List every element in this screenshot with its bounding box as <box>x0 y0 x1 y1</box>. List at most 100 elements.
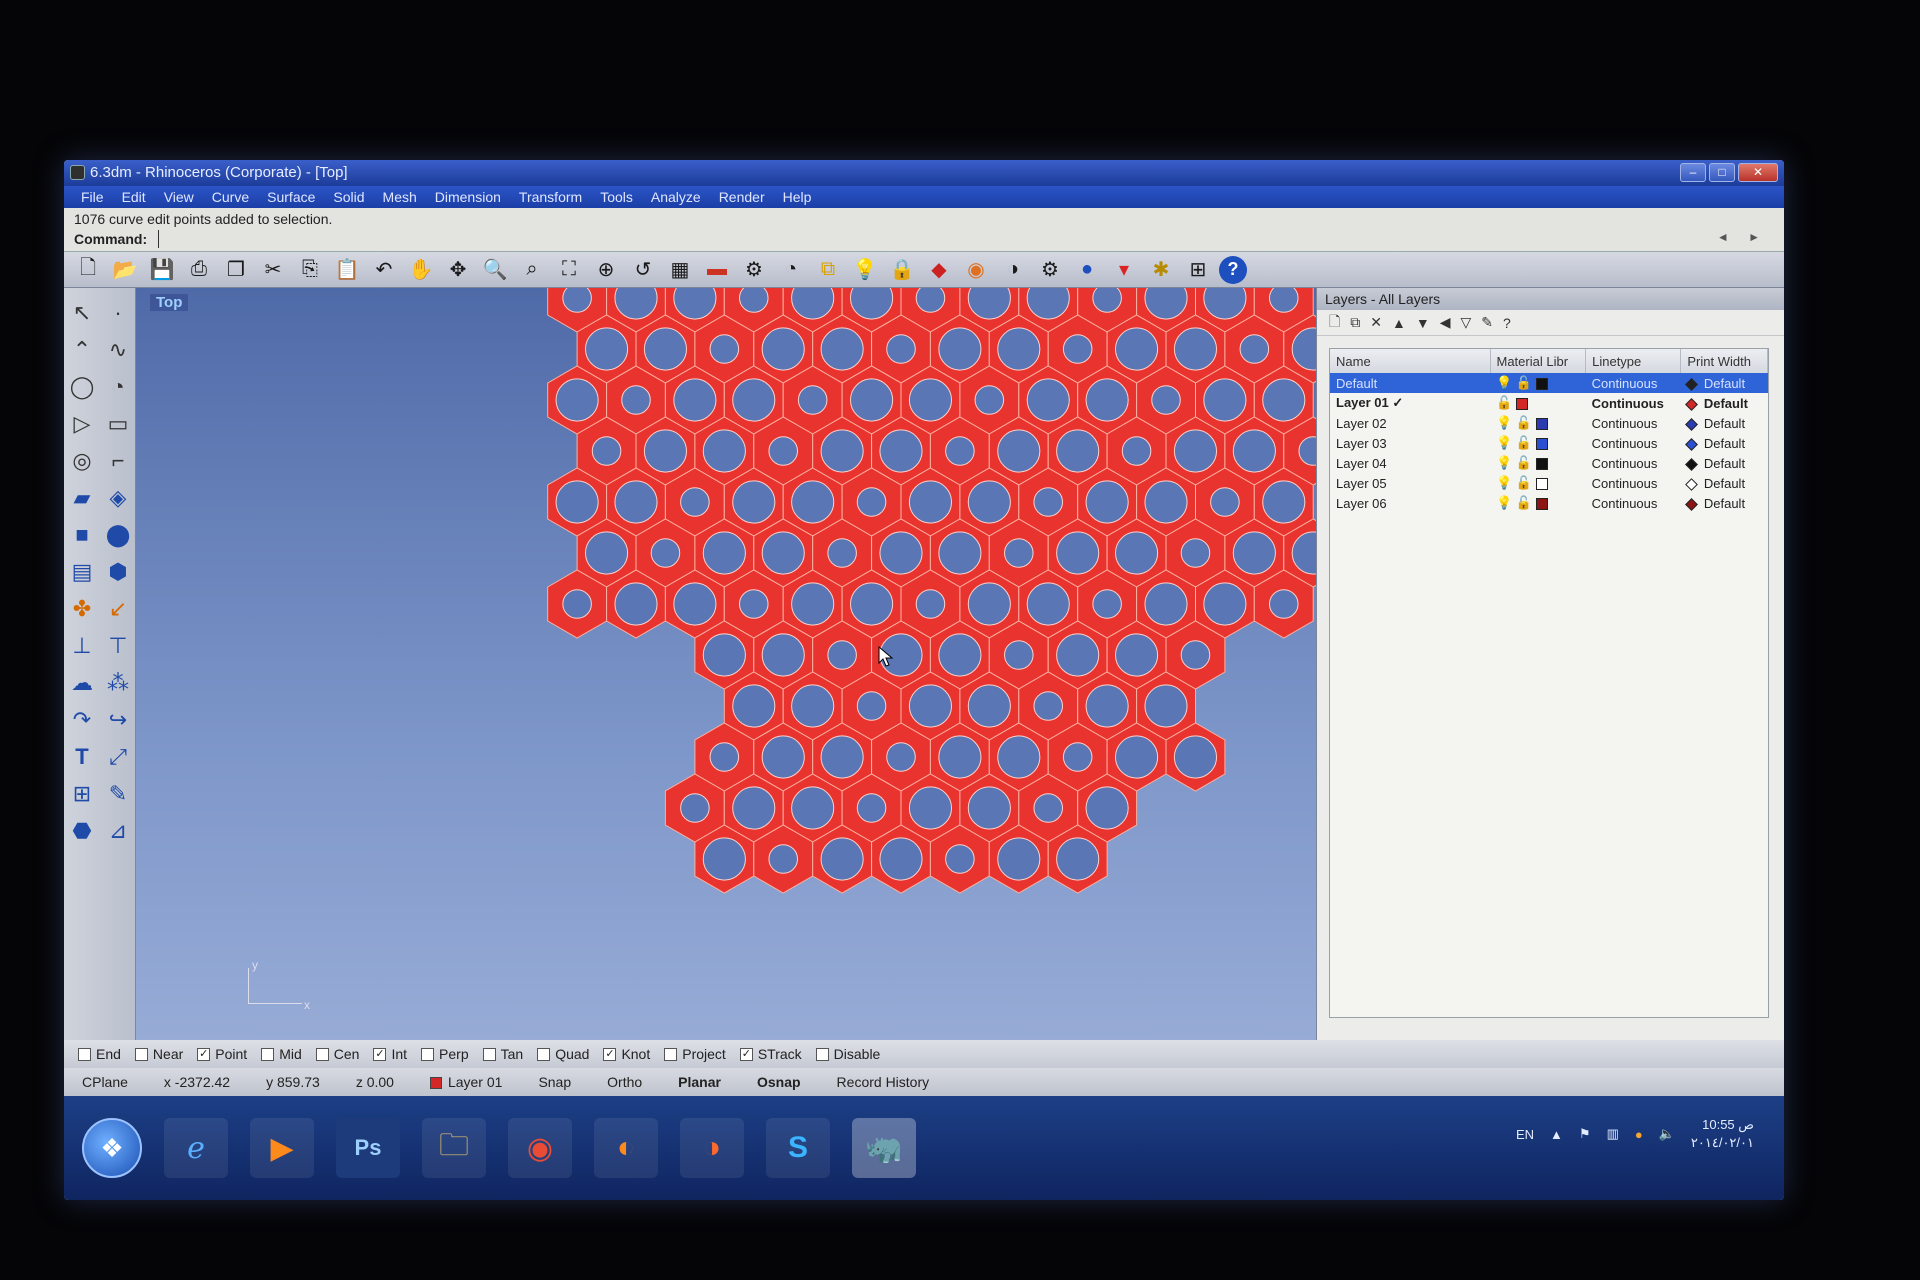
visibility-bulb-icon[interactable]: 💡 <box>1496 415 1512 430</box>
chrome-icon[interactable]: ◉ <box>508 1118 572 1178</box>
print-icon[interactable]: ⎙ <box>183 255 215 285</box>
explode-icon[interactable]: ☁ <box>64 664 100 701</box>
lock-icon[interactable]: 🔓 <box>1516 415 1532 430</box>
point-icon[interactable]: · <box>100 294 136 331</box>
menu-analyze[interactable]: Analyze <box>642 186 710 208</box>
move-down-icon[interactable]: ▼ <box>1416 315 1430 331</box>
print-color-diamond-icon[interactable] <box>1684 477 1698 491</box>
copy-icon[interactable]: ⎘ <box>294 255 326 285</box>
language-indicator[interactable]: EN <box>1516 1127 1534 1142</box>
undo-view-icon[interactable]: ↺ <box>627 255 659 285</box>
save-icon[interactable]: 💾 <box>146 255 178 285</box>
visibility-bulb-icon[interactable]: 💡 <box>1496 475 1512 490</box>
grid-icon[interactable]: ▦ <box>664 255 696 285</box>
minimize-button[interactable]: – <box>1680 163 1706 182</box>
layer-icon[interactable]: ⧉ <box>812 255 844 285</box>
planar-toggle[interactable]: Planar <box>660 1074 739 1090</box>
filter-icon[interactable]: ▽ <box>1461 314 1472 331</box>
menu-mesh[interactable]: Mesh <box>374 186 426 208</box>
print-color-diamond-icon[interactable] <box>1684 417 1698 431</box>
menu-curve[interactable]: Curve <box>203 186 258 208</box>
ruler-icon[interactable]: ⊿ <box>100 812 136 849</box>
layer-linetype[interactable]: Continuous <box>1586 393 1681 413</box>
rotate-view-icon[interactable]: ✥ <box>442 255 474 285</box>
column-header-name[interactable]: Name <box>1330 349 1491 373</box>
text-icon[interactable]: T <box>64 738 100 775</box>
record-history-toggle[interactable]: Record History <box>819 1074 948 1090</box>
copy-to-clipboard-icon[interactable]: ❐ <box>220 255 252 285</box>
mesh-icon[interactable]: ✤ <box>64 590 100 627</box>
column-header-linetype[interactable]: Linetype <box>1585 349 1682 373</box>
clock[interactable]: 10:55 ص ٢٠١٤/٠٢/٠١ <box>1691 1116 1754 1152</box>
layer-linetype[interactable]: Continuous <box>1586 473 1681 493</box>
current-layer-indicator[interactable]: Layer 01 <box>412 1074 520 1090</box>
open-folder-icon[interactable]: 📂 <box>109 255 141 285</box>
visibility-bulb-icon[interactable]: 💡 <box>1496 455 1512 470</box>
column-header-print-width[interactable]: Print Width <box>1680 349 1768 373</box>
settings-icon[interactable]: ✱ <box>1145 255 1177 285</box>
layer-linetype[interactable]: Continuous <box>1586 453 1681 473</box>
network-icon[interactable]: ▥ <box>1607 1126 1619 1142</box>
osnap-checkbox[interactable] <box>815 1047 829 1061</box>
cplane-icon[interactable]: ◔ <box>775 255 807 285</box>
delete-layer-icon[interactable]: ✕ <box>1370 314 1382 331</box>
menu-dimension[interactable]: Dimension <box>426 186 510 208</box>
ortho-toggle[interactable]: Ortho <box>589 1074 660 1090</box>
visibility-bulb-icon[interactable]: 💡 <box>1496 495 1512 510</box>
layer-row[interactable]: Layer 03 💡 🔓 Continuous Default <box>1330 433 1768 453</box>
zoom-extents-icon[interactable]: ⛶ <box>553 255 585 285</box>
print-color-diamond-icon[interactable] <box>1684 457 1698 471</box>
power-icon[interactable]: ● <box>1635 1127 1643 1142</box>
visibility-bulb-icon[interactable]: 💡 <box>1496 435 1512 450</box>
cylinder-icon[interactable]: ▤ <box>64 553 100 590</box>
layer-row[interactable]: Layer 05 💡 🔓 Continuous Default <box>1330 473 1768 493</box>
rectangle-icon[interactable]: ▭ <box>100 405 136 442</box>
lock-icon[interactable]: 🔓 <box>1516 455 1532 470</box>
pan-hand-icon[interactable]: ✋ <box>405 255 437 285</box>
start-button-windows-icon[interactable]: ❖ <box>82 1118 142 1178</box>
print-color-diamond-icon[interactable] <box>1684 397 1698 411</box>
osnap-option[interactable]: Int <box>373 1046 407 1062</box>
layer-color-swatch[interactable] <box>1535 377 1548 390</box>
osnap-option[interactable]: STrack <box>739 1046 802 1062</box>
lock-icon[interactable]: 🔓 <box>1516 435 1532 450</box>
osnap-option[interactable]: Tan <box>482 1046 523 1062</box>
paste-icon[interactable]: 📋 <box>331 255 363 285</box>
box-solid-icon[interactable]: ■ <box>64 516 100 553</box>
command-input[interactable] <box>158 230 1698 248</box>
render-preview-icon[interactable]: ⚙ <box>1034 255 1066 285</box>
rotate-icon[interactable]: ↷ <box>64 701 100 738</box>
osnap-option[interactable]: Project <box>664 1046 726 1062</box>
new-layer-icon[interactable]: 🗋 <box>1329 311 1340 335</box>
rendered-icon[interactable]: ● <box>1071 255 1103 285</box>
menu-transform[interactable]: Transform <box>510 186 591 208</box>
ellipse-icon[interactable]: ◎ <box>64 442 100 479</box>
osnap-checkbox[interactable] <box>537 1047 551 1061</box>
polygon-icon[interactable]: ▷ <box>64 405 100 442</box>
layer-color-swatch[interactable] <box>1535 477 1548 490</box>
layer-color-swatch[interactable] <box>1535 417 1548 430</box>
move-up-icon[interactable]: ▲ <box>1392 315 1406 331</box>
osnap-option[interactable]: Knot <box>603 1046 650 1062</box>
osnap-checkbox[interactable] <box>315 1047 329 1061</box>
file-explorer-icon[interactable]: 🗀 <box>422 1118 486 1178</box>
layer-row[interactable]: Default 💡 🔓 Continuous Default <box>1330 373 1768 393</box>
menu-solid[interactable]: Solid <box>324 186 373 208</box>
fillet-curve-icon[interactable]: ⌐ <box>100 442 136 479</box>
volume-icon[interactable]: 🔈 <box>1659 1126 1675 1142</box>
osnap-option[interactable]: Mid <box>261 1046 302 1062</box>
osnap-option[interactable]: Quad <box>537 1046 589 1062</box>
dimension-icon[interactable]: ⤢ <box>100 738 136 775</box>
trim-icon[interactable]: ⊤ <box>100 627 136 664</box>
zoom-window-icon[interactable]: ⌕ <box>516 255 548 285</box>
arc-icon[interactable]: ◔ <box>100 368 136 405</box>
undo-icon[interactable]: ↶ <box>368 255 400 285</box>
osnap-option[interactable]: Disable <box>815 1046 880 1062</box>
maximize-button[interactable]: □ <box>1709 163 1735 182</box>
tools-icon[interactable]: ✎ <box>1481 314 1493 331</box>
zoom-selected-icon[interactable]: ⊕ <box>590 255 622 285</box>
photoshop-icon[interactable]: Ps <box>336 1118 400 1178</box>
osnap-checkbox[interactable] <box>664 1047 678 1061</box>
close-button[interactable]: ✕ <box>1738 163 1778 182</box>
new-sublayer-icon[interactable]: ⧉ <box>1350 314 1360 331</box>
